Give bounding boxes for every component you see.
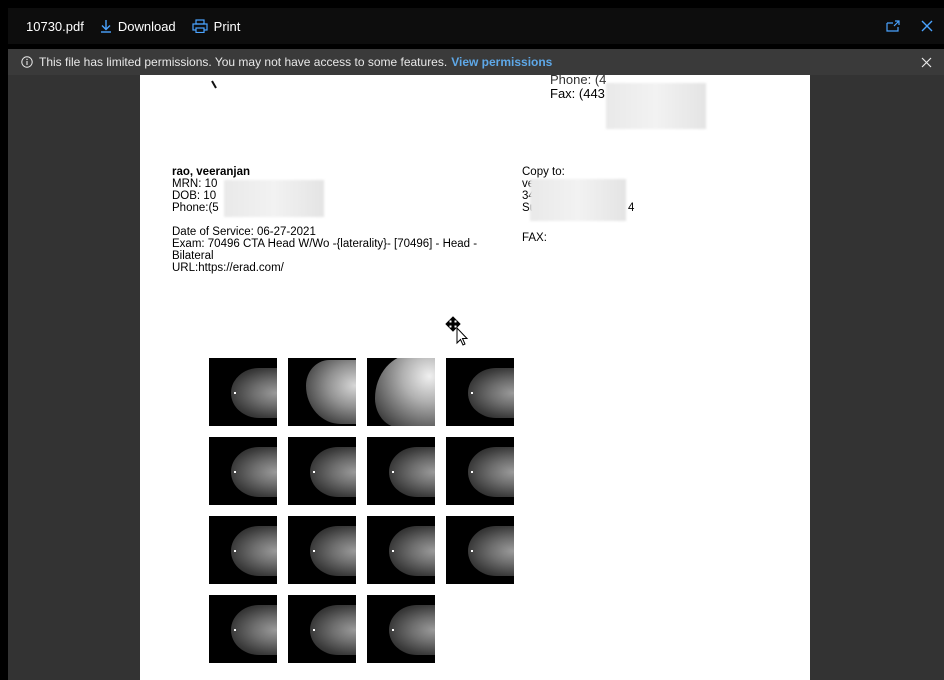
nipple-marker <box>471 471 473 473</box>
nipple-marker <box>392 471 394 473</box>
nipple-marker <box>234 550 236 552</box>
breast-image <box>231 605 277 655</box>
nipple-marker <box>392 550 394 552</box>
nipple-marker <box>313 629 315 631</box>
nipple-marker <box>392 629 394 631</box>
breast-image <box>468 368 514 418</box>
nipple-marker <box>471 550 473 552</box>
redaction-blur <box>606 83 706 129</box>
breast-image <box>375 358 435 426</box>
printer-icon <box>192 19 208 33</box>
copy-to-label: Copy to: <box>522 166 565 178</box>
redaction-blur <box>530 179 626 221</box>
permissions-infobar: This file has limited permissions. You m… <box>8 49 944 75</box>
mammogram-thumbnail <box>288 437 356 505</box>
mammogram-thumbnail <box>288 358 356 426</box>
nipple-marker <box>313 550 315 552</box>
mammogram-thumbnail <box>209 516 277 584</box>
nipple-marker <box>471 392 473 394</box>
exam-line-2: Bilateral <box>172 250 214 262</box>
view-permissions-link[interactable]: View permissions <box>451 55 552 69</box>
mammogram-thumbnail <box>367 437 435 505</box>
mammogram-thumbnail <box>209 595 277 663</box>
patient-dob: DOB: 10 <box>172 190 217 202</box>
mammogram-thumbnail <box>367 516 435 584</box>
patient-phone: Phone:(5 <box>172 202 219 214</box>
print-button[interactable]: Print <box>192 18 241 34</box>
breast-image <box>468 447 514 497</box>
download-label: Download <box>117 18 176 34</box>
close-icon <box>921 57 932 67</box>
download-arrow-icon <box>100 20 111 33</box>
mammogram-thumbnail <box>367 595 435 663</box>
copy-to-line-3-end: 4 <box>628 202 635 214</box>
breast-image <box>231 447 277 497</box>
print-label: Print <box>213 18 241 34</box>
url-line: URL:https://erad.com/ <box>172 262 284 274</box>
breast-image <box>231 368 277 418</box>
nipple-marker <box>234 471 236 473</box>
mammogram-thumbnail <box>446 358 514 426</box>
breast-image <box>389 526 435 576</box>
mammogram-thumbnail <box>367 358 435 426</box>
nipple-marker <box>234 392 236 394</box>
redaction-blur <box>224 180 324 217</box>
viewer-toolbar: 10730.pdf Download Print <box>8 8 944 44</box>
close-viewer-button[interactable] <box>910 8 944 44</box>
mammogram-thumbnail <box>288 595 356 663</box>
permissions-message: This file has limited permissions. You m… <box>39 55 448 69</box>
breast-image <box>310 447 356 497</box>
window-controls <box>876 8 944 44</box>
mammogram-thumbnail <box>446 437 514 505</box>
nipple-marker <box>313 471 315 473</box>
popout-button[interactable] <box>876 8 910 44</box>
info-circle-icon <box>21 56 33 68</box>
pdf-page: Phone: (4 Fax: (443 rao, veeranjan MRN: … <box>140 75 810 680</box>
breast-image <box>306 360 356 424</box>
mammogram-thumbnail <box>446 516 514 584</box>
date-of-service: Date of Service: 06-27-2021 <box>172 226 316 238</box>
move-cursor-icon <box>445 316 469 346</box>
document-viewer[interactable]: Phone: (4 Fax: (443 rao, veeranjan MRN: … <box>8 75 944 680</box>
breast-image <box>231 526 277 576</box>
exam-line-1: Exam: 70496 CTA Head W/Wo -{laterality}-… <box>172 238 478 250</box>
header-fax: Fax: (443 <box>550 86 605 101</box>
fax-label: FAX: <box>522 232 547 244</box>
mammogram-thumbnail <box>209 437 277 505</box>
breast-image <box>389 605 435 655</box>
breast-image <box>310 605 356 655</box>
patient-name: rao, veeranjan <box>172 166 250 178</box>
file-name: 10730.pdf <box>26 18 84 34</box>
mammogram-thumbnail <box>209 358 277 426</box>
nipple-marker <box>234 629 236 631</box>
artifact-mark <box>211 80 217 89</box>
close-icon <box>921 20 933 32</box>
open-in-new-window-icon <box>886 20 900 32</box>
breast-image <box>468 526 514 576</box>
download-button[interactable]: Download <box>100 19 176 34</box>
breast-image <box>310 526 356 576</box>
infobar-close-button[interactable] <box>921 57 932 68</box>
mammogram-thumbnail <box>288 516 356 584</box>
breast-image <box>389 447 435 497</box>
patient-mrn: MRN: 10 <box>172 178 218 190</box>
